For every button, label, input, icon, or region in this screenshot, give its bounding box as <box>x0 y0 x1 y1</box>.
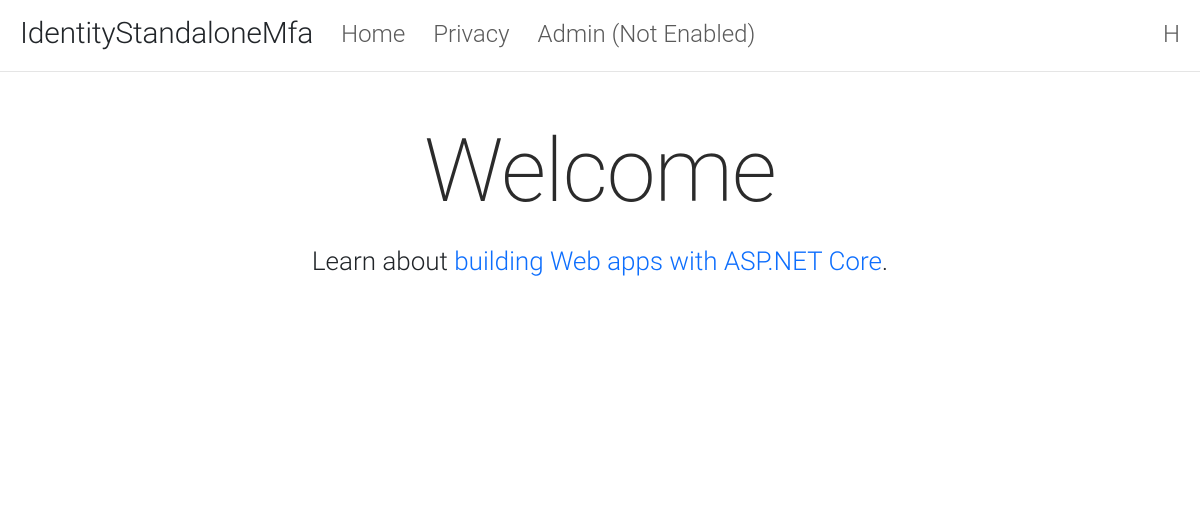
brand-link[interactable]: IdentityStandaloneMfa <box>20 16 313 51</box>
nav-link-admin[interactable]: Admin (Not Enabled) <box>538 20 756 48</box>
main-content: Welcome Learn about building Web apps wi… <box>0 72 1200 277</box>
lead-text: Learn about building Web apps with ASP.N… <box>0 247 1200 277</box>
lead-suffix: . <box>882 247 888 277</box>
lead-prefix: Learn about <box>312 247 454 277</box>
nav-link-privacy[interactable]: Privacy <box>433 20 509 48</box>
nav-links: Home Privacy Admin (Not Enabled) <box>341 20 755 48</box>
page-title: Welcome <box>0 120 1200 223</box>
lead-link[interactable]: building Web apps with ASP.NET Core <box>454 247 882 277</box>
navbar: IdentityStandaloneMfa Home Privacy Admin… <box>0 0 1200 72</box>
nav-link-right[interactable]: H <box>1163 20 1180 48</box>
nav-link-home[interactable]: Home <box>341 20 405 48</box>
